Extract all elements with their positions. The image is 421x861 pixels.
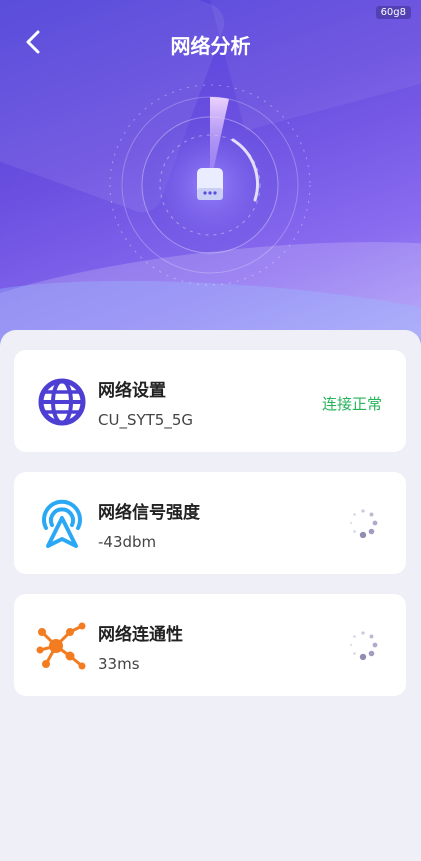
card-title: 网络设置 [98,381,166,401]
card-connectivity[interactable]: 网络连通性 33ms [14,594,406,696]
card-title: 网络信号强度 [98,503,200,523]
radar-scan-graphic [109,84,311,286]
globe-icon [38,378,86,426]
latency-value: 33ms [98,655,140,673]
ssid-value: CU_SYT5_5G [98,411,194,429]
network-hub-icon [36,622,86,670]
loading-spinner-icon [349,631,378,660]
card-network-settings[interactable]: 网络设置 CU_SYT5_5G 连接正常 [14,350,406,452]
signal-value: -43dbm [98,533,157,551]
card-title: 网络连通性 [98,625,183,645]
page-title: 网络分析 [170,34,251,58]
card-signal-strength[interactable]: 网络信号强度 -43dbm [14,472,406,574]
header-banner: 60g8 网络分析 [0,0,421,345]
signal-tower-icon [42,499,82,548]
loading-spinner-icon [349,509,378,538]
content-panel: 网络设置 CU_SYT5_5G 连接正常 网络信号强度 -43dbm 网络连通性… [0,330,421,861]
corner-badge: 60g8 [375,6,411,19]
status-text: 连接正常 [321,395,382,413]
